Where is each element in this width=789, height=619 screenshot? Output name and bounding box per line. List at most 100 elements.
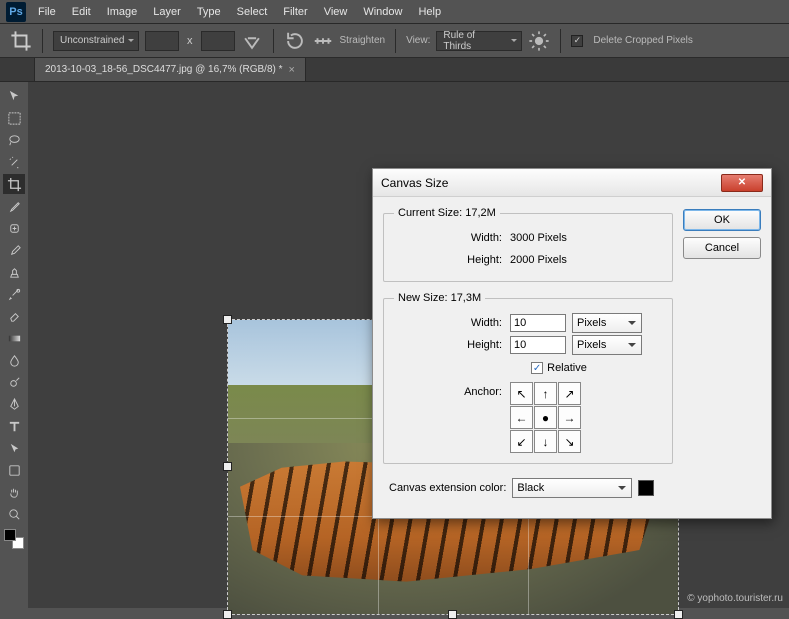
new-width-input[interactable] [510, 314, 566, 332]
anchor-center[interactable]: ● [534, 406, 557, 429]
crop-handle[interactable] [223, 610, 232, 619]
toolbox [0, 82, 28, 554]
anchor-label: Anchor: [394, 382, 510, 398]
new-size-legend: New Size: 17,3M [394, 292, 485, 304]
separator [560, 29, 561, 53]
crop-handle[interactable] [223, 315, 232, 324]
overlay-dropdown[interactable]: Rule of Thirds [436, 31, 522, 51]
menu-type[interactable]: Type [197, 6, 221, 18]
menu-edit[interactable]: Edit [72, 6, 91, 18]
new-height-label: Height: [394, 339, 510, 351]
ok-button[interactable]: OK [683, 209, 761, 231]
straighten-label[interactable]: Straighten [340, 35, 386, 46]
menu-filter[interactable]: Filter [283, 6, 307, 18]
lasso-tool[interactable] [3, 130, 25, 150]
separator [273, 29, 274, 53]
anchor-ne[interactable]: ↗ [558, 382, 581, 405]
anchor-nw[interactable]: ↖ [510, 382, 533, 405]
menu-select[interactable]: Select [237, 6, 268, 18]
relative-checkbox[interactable]: ✓ [531, 362, 543, 374]
rotate-icon[interactable] [284, 30, 306, 52]
color-swatches[interactable] [3, 528, 25, 550]
anchor-se[interactable]: ↘ [558, 430, 581, 453]
current-height-value: 2000 Pixels [510, 254, 567, 266]
extension-color-dropdown[interactable]: Black [512, 478, 632, 498]
new-height-input[interactable] [510, 336, 566, 354]
app-logo: Ps [6, 2, 26, 22]
watermark: © yophoto.tourister.ru [687, 593, 783, 604]
marquee-tool[interactable] [3, 108, 25, 128]
clone-stamp-tool[interactable] [3, 262, 25, 282]
current-size-legend: Current Size: 17,2M [394, 207, 500, 219]
new-width-unit-dropdown[interactable]: Pixels [572, 313, 642, 333]
anchor-grid[interactable]: ↖ ↑ ↗ ← ● → ↙ ↓ ↘ [510, 382, 581, 453]
menu-layer[interactable]: Layer [153, 6, 181, 18]
tab-close-icon[interactable]: × [289, 64, 295, 76]
delete-cropped-label: Delete Cropped Pixels [593, 35, 693, 46]
foreground-color[interactable] [4, 529, 16, 541]
canvas-size-dialog: Canvas Size ✕ Current Size: 17,2M Width:… [372, 168, 772, 519]
anchor-e[interactable]: → [558, 406, 581, 429]
crop-tool[interactable] [3, 174, 25, 194]
eyedropper-tool[interactable] [3, 196, 25, 216]
crop-handle[interactable] [223, 462, 232, 471]
aspect-ratio-dropdown[interactable]: Unconstrained [53, 31, 139, 51]
menu-window[interactable]: Window [363, 6, 402, 18]
new-width-label: Width: [394, 317, 510, 329]
extension-color-swatch[interactable] [638, 480, 654, 496]
dialog-titlebar[interactable]: Canvas Size ✕ [373, 169, 771, 197]
current-width-label: Width: [394, 232, 510, 244]
cancel-button[interactable]: Cancel [683, 237, 761, 259]
anchor-w[interactable]: ← [510, 406, 533, 429]
current-height-label: Height: [394, 254, 510, 266]
menu-help[interactable]: Help [418, 6, 441, 18]
menu-view[interactable]: View [324, 6, 348, 18]
menu-image[interactable]: Image [107, 6, 138, 18]
anchor-n[interactable]: ↑ [534, 382, 557, 405]
extension-color-label: Canvas extension color: [389, 482, 506, 494]
separator [395, 29, 396, 53]
gradient-tool[interactable] [3, 328, 25, 348]
clear-icon[interactable] [241, 30, 263, 52]
dodge-tool[interactable] [3, 372, 25, 392]
menu-bar: Ps File Edit Image Layer Type Select Fil… [0, 0, 789, 24]
wand-tool[interactable] [3, 152, 25, 172]
document-tab-bar: 2013-10-03_18-56_DSC4477.jpg @ 16,7% (RG… [0, 58, 789, 82]
x-separator: x [187, 35, 193, 47]
hand-tool[interactable] [3, 482, 25, 502]
pen-tool[interactable] [3, 394, 25, 414]
document-tab-title: 2013-10-03_18-56_DSC4477.jpg @ 16,7% (RG… [45, 64, 283, 75]
type-tool[interactable] [3, 416, 25, 436]
new-size-group: New Size: 17,3M Width: Pixels Height: Pi… [383, 292, 673, 464]
menu-file[interactable]: File [38, 6, 56, 18]
crop-height-input[interactable] [201, 31, 235, 51]
straighten-icon[interactable] [312, 30, 334, 52]
crop-handle[interactable] [674, 610, 683, 619]
crop-width-input[interactable] [145, 31, 179, 51]
shape-tool[interactable] [3, 460, 25, 480]
move-tool[interactable] [3, 86, 25, 106]
overlay-options-icon[interactable] [528, 30, 550, 52]
brush-tool[interactable] [3, 240, 25, 260]
crop-tool-icon [10, 30, 32, 52]
dialog-close-button[interactable]: ✕ [721, 174, 763, 192]
delete-cropped-checkbox[interactable]: ✓ [571, 35, 583, 47]
history-brush-tool[interactable] [3, 284, 25, 304]
crop-handle[interactable] [448, 610, 457, 619]
current-width-value: 3000 Pixels [510, 232, 567, 244]
eraser-tool[interactable] [3, 306, 25, 326]
separator [42, 29, 43, 53]
path-select-tool[interactable] [3, 438, 25, 458]
document-tab[interactable]: 2013-10-03_18-56_DSC4477.jpg @ 16,7% (RG… [34, 58, 306, 81]
zoom-tool[interactable] [3, 504, 25, 524]
view-label: View: [406, 35, 430, 46]
new-height-unit-dropdown[interactable]: Pixels [572, 335, 642, 355]
dialog-title: Canvas Size [381, 176, 448, 190]
current-size-group: Current Size: 17,2M Width: 3000 Pixels H… [383, 207, 673, 282]
anchor-s[interactable]: ↓ [534, 430, 557, 453]
healing-brush-tool[interactable] [3, 218, 25, 238]
blur-tool[interactable] [3, 350, 25, 370]
relative-label: Relative [547, 362, 587, 374]
anchor-sw[interactable]: ↙ [510, 430, 533, 453]
options-bar: Unconstrained x Straighten View: Rule of… [0, 24, 789, 58]
